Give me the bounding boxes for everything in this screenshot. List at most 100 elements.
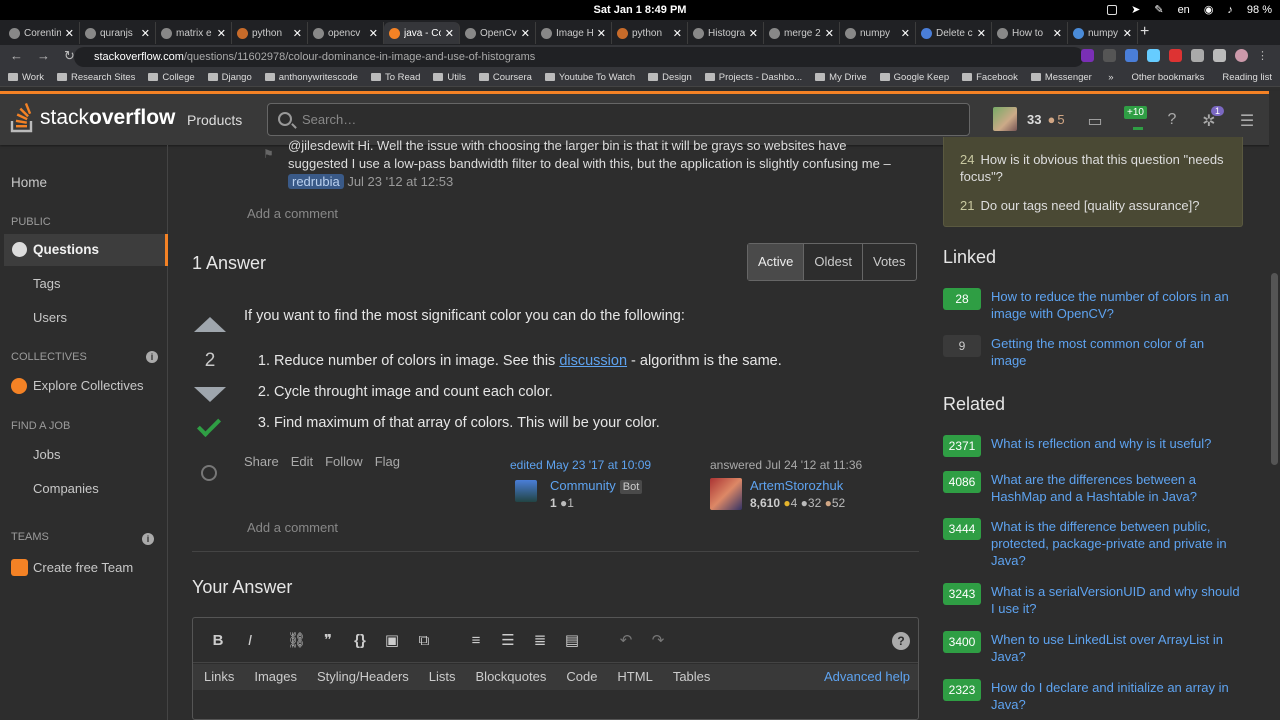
bulleted-list-icon[interactable]: ☰ bbox=[499, 631, 517, 649]
kebab-menu-icon[interactable]: ⋮ bbox=[1257, 49, 1270, 62]
help-tab-tables[interactable]: Tables bbox=[673, 669, 711, 690]
close-icon[interactable]: ✕ bbox=[901, 27, 910, 40]
bookmark-folder[interactable]: Youtube To Watch bbox=[545, 72, 635, 83]
nav-home[interactable]: Home bbox=[11, 175, 47, 190]
community-avatar[interactable] bbox=[515, 480, 537, 502]
bookmark-folder[interactable]: anthonywritescode bbox=[265, 72, 358, 83]
puzzle-icon[interactable] bbox=[1213, 49, 1226, 62]
author-name[interactable]: ArtemStorozhuk bbox=[750, 478, 843, 493]
nav-jobs[interactable]: Jobs bbox=[33, 447, 60, 462]
bookmark-folder[interactable]: Django bbox=[208, 72, 252, 83]
add-comment-link[interactable]: Add a comment bbox=[247, 206, 338, 221]
code-icon[interactable]: {} bbox=[351, 632, 369, 649]
nav-users[interactable]: Users bbox=[33, 310, 67, 325]
add-comment-link[interactable]: Add a comment bbox=[247, 520, 338, 535]
help-icon[interactable]: ? bbox=[1162, 111, 1182, 131]
nav-explore-collectives[interactable]: Explore Collectives bbox=[33, 378, 144, 393]
related-title[interactable]: How do I declare and initialize an array… bbox=[991, 679, 1241, 713]
new-tab-button[interactable]: + bbox=[1140, 23, 1149, 41]
inbox-icon[interactable]: ▭ bbox=[1085, 111, 1105, 131]
related-title[interactable]: When to use LinkedList over ArrayList in… bbox=[991, 631, 1241, 665]
extension-icon[interactable] bbox=[1081, 49, 1094, 62]
system-tray[interactable]: ➤ ✎ en ◉ ♪ 98 % bbox=[1107, 3, 1272, 16]
horizontal-rule-icon[interactable]: ▤ bbox=[563, 631, 581, 649]
help-tab-styling[interactable]: Styling/Headers bbox=[317, 669, 409, 690]
browser-tab-active[interactable]: java - Co ✕ bbox=[384, 22, 460, 44]
sort-oldest[interactable]: Oldest bbox=[803, 244, 862, 280]
upvote-button[interactable] bbox=[194, 317, 226, 332]
scrollbar-thumb[interactable] bbox=[1271, 273, 1278, 465]
edited-date[interactable]: edited May 23 '17 at 10:09 bbox=[510, 458, 690, 472]
browser-tab[interactable]: merge 2 ✕ bbox=[764, 22, 840, 44]
profile-avatar[interactable] bbox=[1235, 49, 1248, 62]
sort-active[interactable]: Active bbox=[748, 244, 804, 280]
browser-tab[interactable]: Image H ✕ bbox=[536, 22, 612, 44]
redo-icon[interactable]: ↷ bbox=[649, 631, 667, 649]
heading-icon[interactable]: ≣ bbox=[531, 631, 549, 649]
close-icon[interactable]: ✕ bbox=[1123, 27, 1132, 40]
comment-date[interactable]: Jul 23 '12 at 12:53 bbox=[347, 174, 453, 189]
editor-name[interactable]: Community bbox=[550, 478, 616, 493]
close-icon[interactable]: ✕ bbox=[977, 27, 986, 40]
downvote-button[interactable] bbox=[194, 387, 226, 402]
close-icon[interactable]: ✕ bbox=[521, 27, 530, 40]
info-icon[interactable]: i bbox=[146, 351, 158, 363]
browser-tab[interactable]: python ✕ bbox=[232, 22, 308, 44]
sort-votes[interactable]: Votes bbox=[861, 244, 916, 280]
bold-icon[interactable]: B bbox=[209, 632, 227, 649]
search-input[interactable]: Search… bbox=[267, 103, 970, 136]
meta-post[interactable]: 21 Do our tags need [quality assurance]? bbox=[960, 197, 1240, 214]
browser-tab[interactable]: numpy ✕ bbox=[840, 22, 916, 44]
edit-link[interactable]: Edit bbox=[291, 454, 313, 469]
other-bookmarks[interactable]: Other bookmarks bbox=[1131, 72, 1204, 83]
bookmark-link[interactable]: Google Keep bbox=[880, 72, 949, 83]
browser-tab[interactable]: Delete c ✕ bbox=[916, 22, 992, 44]
help-tab-lists[interactable]: Lists bbox=[429, 669, 456, 690]
avatar[interactable] bbox=[993, 107, 1017, 131]
close-icon[interactable]: ✕ bbox=[749, 27, 758, 40]
discussion-link[interactable]: discussion bbox=[559, 353, 627, 369]
nav-create-team[interactable]: Create free Team bbox=[33, 560, 133, 575]
forward-icon[interactable]: → bbox=[37, 48, 50, 64]
nav-tags[interactable]: Tags bbox=[33, 276, 60, 291]
browser-tab[interactable]: numpy ✕ bbox=[1068, 22, 1138, 44]
related-title[interactable]: What is reflection and why is it useful? bbox=[991, 435, 1241, 452]
bookmark-folder[interactable]: Design bbox=[648, 72, 692, 83]
close-icon[interactable]: ✕ bbox=[445, 27, 454, 40]
window-icon[interactable] bbox=[1107, 4, 1118, 15]
close-icon[interactable]: ✕ bbox=[217, 27, 226, 40]
browser-tab[interactable]: Corentin ✕ bbox=[4, 22, 80, 44]
extension-icon[interactable] bbox=[1147, 49, 1160, 62]
follow-link[interactable]: Follow bbox=[325, 454, 363, 469]
browser-tab[interactable]: python ✕ bbox=[612, 22, 688, 44]
browser-tab[interactable]: quranjs ✕ bbox=[80, 22, 156, 44]
link-icon[interactable]: ⛓ bbox=[287, 631, 306, 649]
bookmark-folder[interactable]: Coursera bbox=[479, 72, 532, 83]
browser-tab[interactable]: How to ✕ bbox=[992, 22, 1068, 44]
bookmark-link[interactable]: Messenger bbox=[1031, 72, 1092, 83]
bookmark-folder[interactable]: To Read bbox=[371, 72, 420, 83]
info-icon[interactable]: i bbox=[142, 533, 154, 545]
bookmark-link[interactable]: Facebook bbox=[962, 72, 1018, 83]
meta-post[interactable]: 24 How is it obvious that this question "… bbox=[960, 151, 1240, 185]
help-tab-blockquotes[interactable]: Blockquotes bbox=[476, 669, 547, 690]
bookmark-link[interactable]: My Drive bbox=[815, 72, 866, 83]
reading-list[interactable]: Reading list bbox=[1222, 72, 1272, 83]
linked-title[interactable]: Getting the most common color of an imag… bbox=[991, 335, 1241, 369]
extension-icon[interactable] bbox=[1103, 49, 1116, 62]
editor-help-icon[interactable]: ? bbox=[892, 632, 910, 650]
help-tab-html[interactable]: HTML bbox=[617, 669, 652, 690]
battery-indicator[interactable]: 98 % bbox=[1247, 4, 1272, 16]
advanced-help-link[interactable]: Advanced help bbox=[824, 669, 910, 684]
share-link[interactable]: Share bbox=[244, 454, 279, 469]
help-tab-images[interactable]: Images bbox=[254, 669, 297, 690]
close-icon[interactable]: ✕ bbox=[293, 27, 302, 40]
browser-tab[interactable]: opencv ✕ bbox=[308, 22, 384, 44]
linked-title[interactable]: How to reduce the number of colors in an… bbox=[991, 288, 1241, 322]
close-icon[interactable]: ✕ bbox=[597, 27, 606, 40]
close-icon[interactable]: ✕ bbox=[673, 27, 682, 40]
os-clock[interactable]: Sat Jan 1 8:49 PM bbox=[0, 4, 1280, 16]
flag-icon[interactable]: ⚑ bbox=[263, 147, 274, 161]
user-card[interactable]: 33 ● 5 bbox=[993, 107, 1065, 131]
flag-link[interactable]: Flag bbox=[375, 454, 400, 469]
